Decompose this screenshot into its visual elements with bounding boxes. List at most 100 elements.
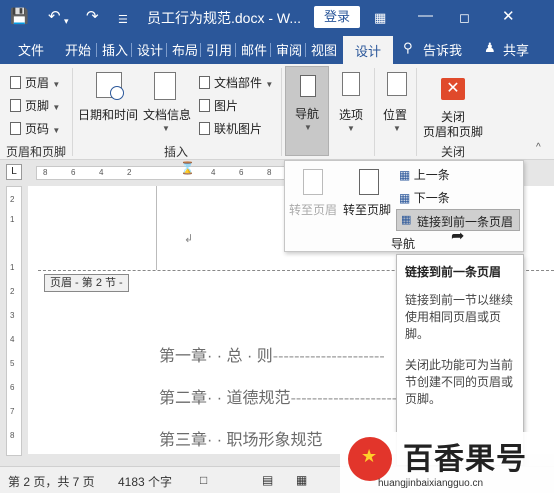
clock-icon <box>110 86 124 100</box>
person-icon[interactable]: ♟ <box>484 40 496 56</box>
tab-design[interactable]: 设计 <box>137 40 163 59</box>
ruler-tick: 1 <box>10 215 15 224</box>
collapse-ribbon-icon[interactable]: ^ <box>536 142 541 153</box>
chevron-down-icon: ▼ <box>162 124 170 133</box>
ruler-tick: 1 <box>10 263 15 272</box>
date-time-button[interactable]: 日期和时间 <box>78 106 138 123</box>
next-button[interactable]: ▦ 下一条 <box>399 189 450 206</box>
tooltip-title: 链接到前一条页眉 <box>405 265 502 279</box>
tooltip-body: 关闭此功能可为当前节创建不同的页眉或页脚。 <box>405 358 514 406</box>
share-button[interactable]: 共享 <box>503 40 529 59</box>
proofing-icon[interactable]: □ <box>200 473 207 487</box>
ribbon-display-options-icon[interactable]: ▦ <box>374 8 386 28</box>
group-label-insert: 插入 <box>164 145 189 159</box>
ribbon-tab-bar: 文件 开始 插入 设计 布局 引用 邮件 审阅 视图 设计 ⚲ 告诉我 ♟ 共享 <box>0 34 554 64</box>
online-picture-button[interactable]: 联机图片 <box>199 120 262 137</box>
mouse-pointer-icon: ➦ <box>451 228 465 245</box>
tell-me-box[interactable]: 告诉我 <box>423 40 462 59</box>
brand-name: 百香果号 <box>403 443 527 476</box>
tab-layout[interactable]: 布局 <box>172 40 198 59</box>
page-number-icon <box>10 122 21 135</box>
header-button[interactable]: 页眉 ▼ <box>10 74 60 91</box>
tab-home[interactable]: 开始 <box>65 40 91 59</box>
print-layout-icon[interactable]: ▦ <box>296 473 307 487</box>
tab-references[interactable]: 引用 <box>206 40 232 59</box>
minimize-icon[interactable]: — <box>418 6 433 26</box>
chevron-down-icon: ▼ <box>304 123 312 132</box>
options-icon <box>342 72 360 96</box>
ribbon: 页眉 ▼ 页脚 ▼ 页码 ▼ 页眉和页脚 日期和时间 文档信息 ▼ 文档部件 ▼… <box>0 64 554 160</box>
navigation-icon <box>300 75 316 97</box>
save-icon[interactable]: 💾 <box>10 7 29 27</box>
goto-footer-icon <box>359 169 379 195</box>
ruler-tick: 8 <box>43 168 48 177</box>
header-section-tag: 页眉 - 第 2 节 - <box>44 274 129 292</box>
document-parts-button[interactable]: 文档部件 ▼ <box>199 74 273 91</box>
ruler-tick: 3 <box>10 311 15 320</box>
document-title: 员工行为规范.docx - W... <box>147 10 302 26</box>
tab-view[interactable]: 视图 <box>311 40 337 59</box>
word-count[interactable]: 4183 个字 <box>118 473 172 490</box>
tab-file[interactable]: 文件 <box>18 40 44 59</box>
close-window-icon[interactable]: ✕ <box>502 7 515 27</box>
document-info-button[interactable]: 文档信息 <box>143 106 191 123</box>
redo-icon[interactable]: ↷ <box>86 7 99 27</box>
goto-header-button: 转至页眉 <box>289 203 338 217</box>
lightbulb-icon[interactable]: ⚲ <box>403 40 413 56</box>
picture-button[interactable]: 图片 <box>199 97 238 114</box>
previous-icon: ▦ <box>399 168 411 182</box>
ruler-tick: 6 <box>239 168 244 177</box>
tab-review[interactable]: 审阅 <box>276 40 302 59</box>
online-picture-icon <box>199 122 210 135</box>
ruler-tick: 4 <box>99 168 104 177</box>
ruler-tick: 4 <box>211 168 216 177</box>
ruler-strip[interactable]: 8 6 4 2 ⌛ 4 6 8 <box>36 161 286 180</box>
ruler-tick: 6 <box>10 383 15 392</box>
goto-footer-button[interactable]: 转至页脚 <box>343 201 391 218</box>
navigation-dropdown: 转至页眉 转至页脚 ▦ 上一条 ▦ 下一条 ▦ 链接到前一条页眉 导航 <box>284 160 524 252</box>
ruler-tick: 2 <box>10 195 15 204</box>
link-icon: ▦ <box>401 214 412 226</box>
watermark: ★ 百香果号 huangjinbaixiangguo.cn <box>340 432 554 493</box>
ruler-tick: 6 <box>71 168 76 177</box>
tab-mailings[interactable]: 邮件 <box>241 40 267 59</box>
header-icon <box>10 76 21 89</box>
page-count[interactable]: 第 2 页，共 7 页 <box>8 473 95 490</box>
position-button[interactable]: 位置 <box>383 106 407 123</box>
footer-icon <box>10 99 21 112</box>
ruler-tick: 8 <box>10 431 15 440</box>
footer-button[interactable]: 页脚 ▼ <box>10 97 60 114</box>
maximize-icon[interactable]: ◻ <box>459 8 470 28</box>
next-icon: ▦ <box>399 191 411 205</box>
tab-insert[interactable]: 插入 <box>102 40 128 59</box>
toc-entry[interactable]: 第一章· · 总 · 则--------------------- <box>159 342 385 366</box>
options-button[interactable]: 选项 <box>339 106 363 123</box>
margin-guide <box>156 186 157 270</box>
paragraph-mark: ↲ <box>184 233 194 245</box>
close-header-footer-button[interactable]: 页眉和页脚 <box>423 123 483 140</box>
undo-icon[interactable]: ↶ <box>48 7 61 27</box>
ruler-tick: 5 <box>10 359 15 368</box>
title-bar: 💾 ↶ ▾ ↷ ☰ 员工行为规范.docx - W... 登录 ▦ — ◻ ✕ <box>0 0 554 34</box>
read-mode-icon[interactable]: ▤ <box>262 473 273 487</box>
brand-logo-icon: ★ <box>348 437 392 481</box>
indent-marker-icon[interactable]: ⌛ <box>180 161 195 175</box>
page-number-button[interactable]: 页码 ▼ <box>10 120 60 137</box>
login-button[interactable]: 登录 <box>314 6 360 28</box>
navigation-button[interactable]: 导航 ▼ <box>285 66 329 156</box>
tab-stop-selector[interactable]: L <box>6 164 22 180</box>
undo-dropdown-icon[interactable]: ▾ <box>64 11 69 31</box>
previous-button[interactable]: ▦ 上一条 <box>399 166 450 183</box>
tab-design-context[interactable]: 设计 <box>343 36 393 64</box>
ruler-tick: 8 <box>267 168 272 177</box>
group-label-navigation: 导航 <box>391 237 416 251</box>
vertical-ruler: 2 1 1 2 3 4 5 6 7 8 <box>6 186 22 456</box>
toc-entry[interactable]: 第三章· · 职场形象规范 <box>159 426 323 450</box>
customize-toolbar-icon[interactable]: ☰ <box>118 10 128 30</box>
toc-entry[interactable]: 第二章· · 道德规范------------------------ <box>159 384 418 408</box>
brand-url: huangjinbaixiangguo.cn <box>378 478 484 489</box>
document-parts-icon <box>199 76 210 89</box>
star-icon: ★ <box>361 446 378 466</box>
ruler-tick: 4 <box>10 335 15 344</box>
ruler-tick: 2 <box>127 168 132 177</box>
